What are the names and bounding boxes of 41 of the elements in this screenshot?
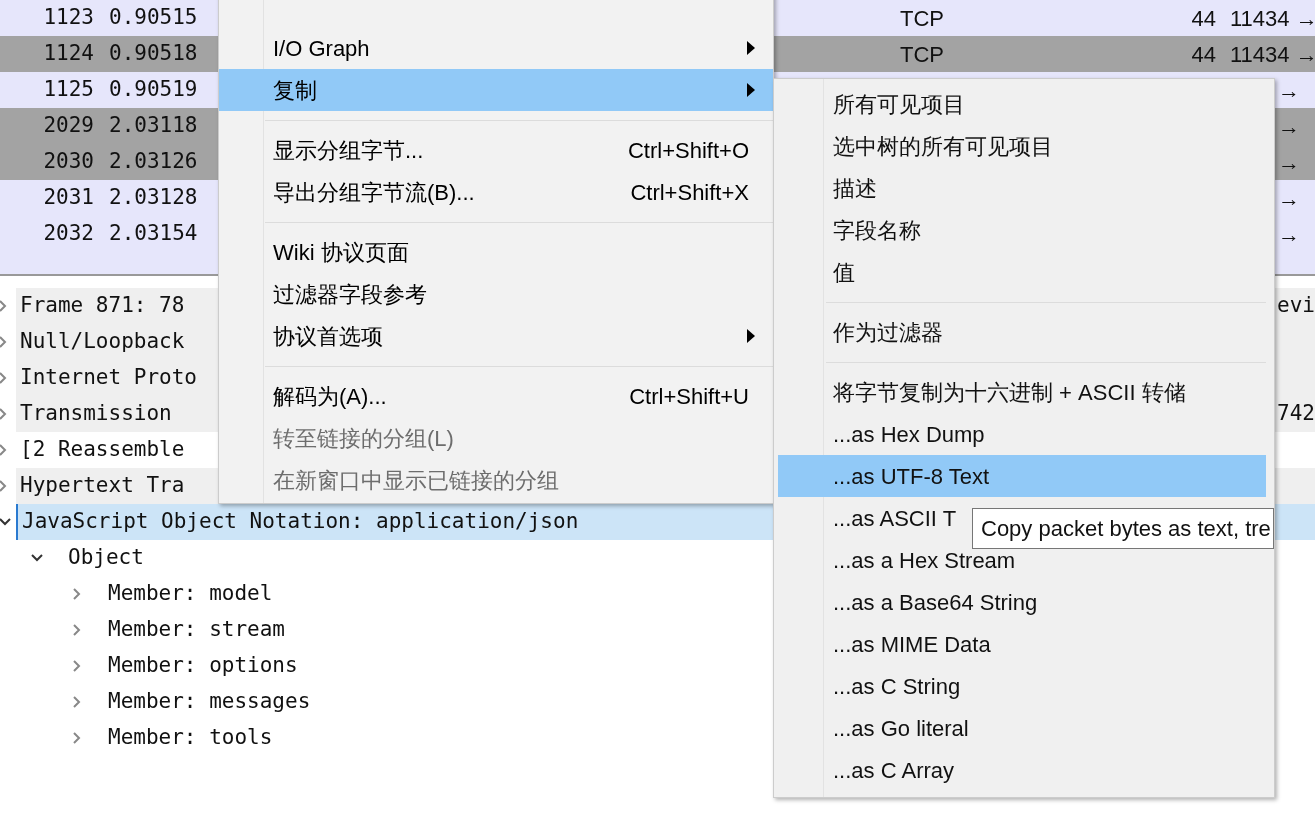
tree-label: [2 Reassemble	[20, 436, 185, 464]
tree-label: evi	[1277, 292, 1315, 320]
length-cell-text: 44	[1190, 4, 1217, 33]
packet-time: 0.90515	[108, 4, 199, 32]
packet-time: 2.03126	[108, 148, 199, 176]
tree-label: 742	[1277, 400, 1315, 428]
tooltip: Copy packet bytes as text, tre	[972, 508, 1274, 549]
tree-label: Member: tools	[108, 724, 273, 752]
packet-number: 2029	[42, 112, 95, 140]
tree-label: Member: messages	[108, 688, 311, 716]
info-cell-text: →	[1277, 148, 1301, 177]
info-cell-text: →	[1277, 184, 1301, 213]
tree-label: Hypertext Tra	[20, 472, 185, 500]
packet-time: 2.03128	[108, 184, 199, 212]
tree-label: Object	[68, 544, 144, 572]
packet-number: 1123	[42, 4, 95, 32]
info-cell-text: 11434 →	[1230, 4, 1315, 33]
tree-label: Member: model	[108, 580, 273, 608]
packet-number: 1124	[42, 40, 95, 68]
packet-number: 2030	[42, 148, 95, 176]
tree-label: Transmission	[20, 400, 172, 428]
packet-number: 1125	[42, 76, 95, 104]
protocol-cell-text: TCP	[900, 40, 945, 69]
info-cell-text: 11434 →	[1230, 40, 1315, 69]
protocol-cell-text: TCP	[900, 4, 945, 33]
tree-label: Frame 871: 78	[20, 292, 185, 320]
tree-label: Internet Proto	[20, 364, 197, 392]
info-cell-text: →	[1277, 76, 1301, 105]
packet-time: 0.90519	[108, 76, 199, 104]
packet-number: 2031	[42, 184, 95, 212]
packet-time: 0.90518	[108, 40, 199, 68]
packet-number: 2032	[42, 220, 95, 248]
tree-label: Member: options	[108, 652, 298, 680]
tree-label: JavaScript Object Notation: application/json	[22, 508, 579, 536]
length-cell-text: 44	[1190, 40, 1217, 69]
tree-label: Null/Loopback	[20, 328, 185, 356]
packet-time: 2.03118	[108, 112, 199, 140]
packet-time: 2.03154	[108, 220, 199, 248]
tree-label: Member: stream	[108, 616, 285, 644]
info-cell-text: →	[1277, 112, 1301, 141]
info-cell-text: →	[1277, 220, 1301, 249]
